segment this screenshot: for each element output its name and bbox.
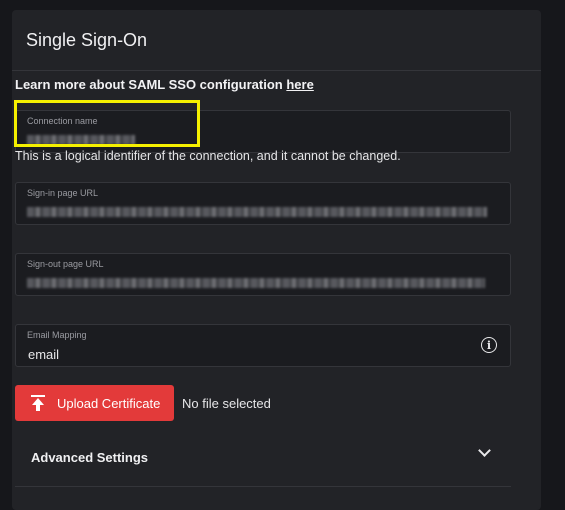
upload-certificate-button[interactable]: Upload Certificate (15, 385, 174, 421)
sign-in-url-field[interactable]: Sign-in page URL (15, 182, 511, 225)
chevron-down-icon[interactable] (478, 444, 491, 457)
info-icon[interactable]: i (481, 337, 497, 353)
connection-name-hint: This is a logical identifier of the conn… (15, 149, 401, 163)
learn-more-text: Learn more about SAML SSO configuration … (15, 77, 314, 92)
panel-title: Single Sign-On (12, 10, 541, 71)
file-status: No file selected (182, 396, 271, 411)
sign-in-url-label: Sign-in page URL (27, 188, 99, 198)
advanced-settings-toggle[interactable]: Advanced Settings (15, 431, 511, 487)
highlight-box (14, 100, 200, 147)
email-mapping-value: email (28, 347, 60, 362)
sign-out-url-field[interactable]: Sign-out page URL (15, 253, 511, 296)
email-mapping-label: Email Mapping (27, 330, 87, 340)
sign-out-url-label: Sign-out page URL (27, 259, 104, 269)
learn-more-label: Learn more about SAML SSO configuration (15, 77, 287, 92)
email-mapping-field[interactable]: Email Mapping email i (15, 324, 511, 367)
advanced-settings-label: Advanced Settings (31, 450, 149, 465)
upload-icon (31, 395, 45, 411)
upload-certificate-label: Upload Certificate (57, 395, 161, 411)
sign-in-url-redacted-value (27, 207, 487, 217)
sign-out-url-redacted-value (27, 278, 485, 288)
learn-more-link[interactable]: here (286, 77, 313, 92)
